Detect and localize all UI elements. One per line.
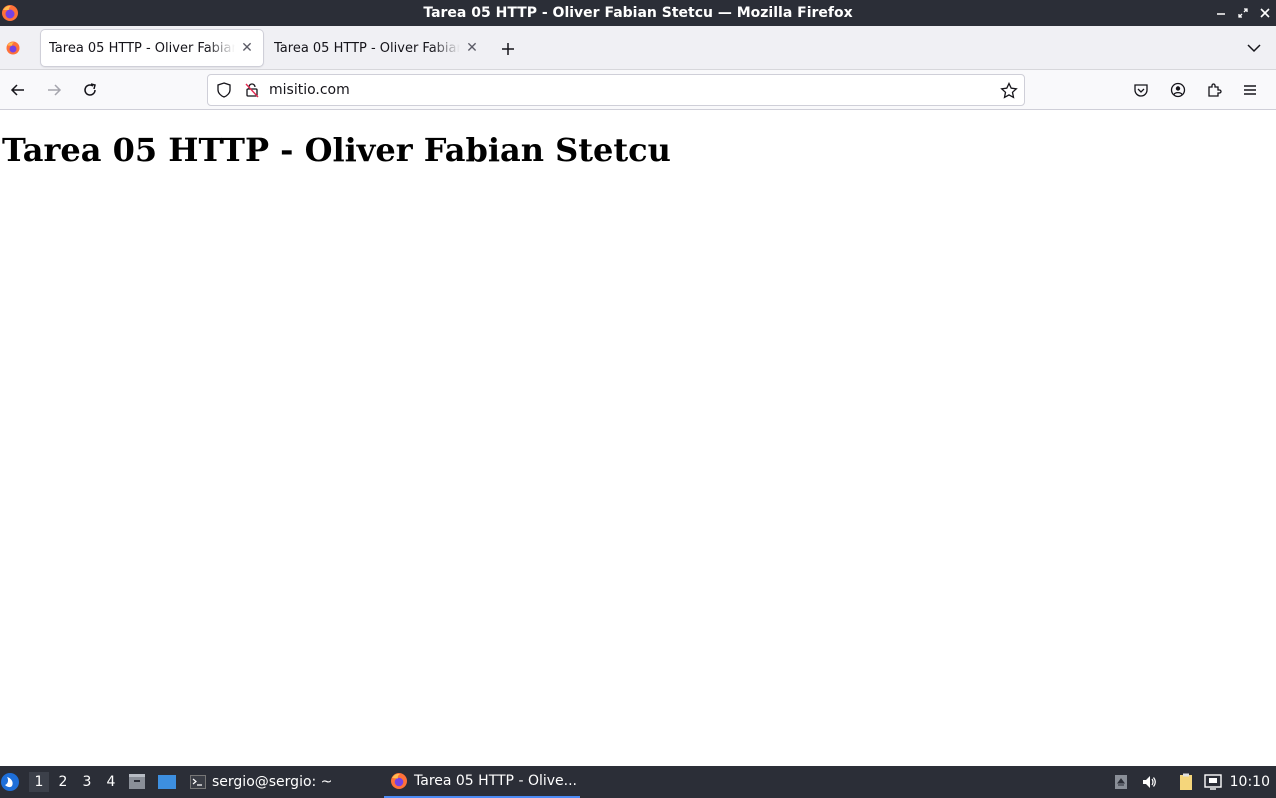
extensions-button[interactable]: [1202, 78, 1226, 102]
page-heading: Tarea 05 HTTP - Oliver Fabian Stetcu: [2, 131, 671, 169]
close-window-icon[interactable]: [1258, 6, 1272, 20]
hamburger-menu-icon: [1244, 85, 1256, 95]
tray-clipboard[interactable]: [1176, 772, 1196, 792]
task-terminal[interactable]: sergio@sergio: ~: [190, 766, 332, 798]
minimize-icon[interactable]: [1214, 6, 1228, 20]
window-titlebar: Tarea 05 HTTP - Oliver Fabian Stetcu — M…: [0, 0, 1276, 26]
pocket-button[interactable]: [1129, 78, 1153, 102]
url-bar[interactable]: misitio.com: [207, 74, 1025, 106]
list-all-tabs-button[interactable]: [1244, 38, 1264, 58]
window-controls: [1214, 0, 1272, 26]
tray-volume[interactable]: [1139, 772, 1159, 792]
app-menu-button[interactable]: [1238, 78, 1262, 102]
show-desktop-icon[interactable]: [157, 773, 177, 791]
tab-inactive[interactable]: Tarea 05 HTTP - Oliver Fabian Stetcu ✕: [266, 30, 488, 66]
reload-icon: [84, 83, 96, 96]
removable-media-icon: [1115, 775, 1127, 789]
tab-label: Tarea 05 HTTP - Oliver Fabian Stetcu: [274, 40, 460, 56]
pocket-icon: [1134, 84, 1148, 97]
close-tab-icon[interactable]: ✕: [464, 40, 480, 56]
workspace-2[interactable]: 2: [53, 772, 73, 792]
clipboard-icon: [1180, 773, 1192, 790]
workspace-3[interactable]: 3: [77, 772, 97, 792]
tab-active[interactable]: Tarea 05 HTTP - Oliver Fabian Stetcu ✕: [41, 30, 263, 66]
task-firefox[interactable]: Tarea 05 HTTP - Olive...: [384, 766, 580, 798]
task-label: Tarea 05 HTTP - Olive...: [414, 773, 577, 789]
start-menu-icon[interactable]: [0, 772, 20, 792]
url-text[interactable]: misitio.com: [269, 82, 350, 98]
taskbar: 1 2 3 4 sergio@sergio: ~ Tarea 05 HTTP -…: [0, 766, 1276, 798]
clock[interactable]: 10:10: [1230, 766, 1270, 798]
account-button[interactable]: [1166, 78, 1190, 102]
file-manager-icon[interactable]: [128, 773, 146, 791]
back-button[interactable]: [6, 78, 30, 102]
reload-button[interactable]: [78, 78, 102, 102]
puzzle-icon: [1208, 83, 1222, 97]
terminal-icon: [190, 775, 206, 789]
window-title: Tarea 05 HTTP - Oliver Fabian Stetcu — M…: [423, 5, 853, 21]
forward-button[interactable]: [42, 78, 66, 102]
firefox-icon: [2, 5, 18, 21]
tab-label: Tarea 05 HTTP - Oliver Fabian Stetcu: [49, 40, 235, 56]
plus-icon: [502, 43, 514, 55]
tracking-protection-shield-icon[interactable]: [216, 82, 232, 98]
tray-eject[interactable]: [1111, 772, 1131, 792]
insecure-connection-icon[interactable]: [244, 82, 260, 98]
network-icon: [1204, 774, 1222, 790]
new-tab-button[interactable]: [498, 39, 518, 59]
chevron-down-icon: [1247, 44, 1261, 53]
page-content: Tarea 05 HTTP - Oliver Fabian Stetcu: [0, 111, 1276, 766]
workspace-1[interactable]: 1: [29, 772, 49, 792]
forward-arrow-icon: [48, 84, 62, 96]
account-icon: [1170, 82, 1186, 98]
back-arrow-icon: [10, 84, 24, 96]
firefox-view-icon[interactable]: [5, 40, 21, 56]
maximize-icon[interactable]: [1236, 6, 1250, 20]
task-label: sergio@sergio: ~: [212, 774, 333, 790]
close-tab-icon[interactable]: ✕: [239, 40, 255, 56]
bookmark-star-icon[interactable]: [1000, 82, 1018, 100]
workspace-4[interactable]: 4: [101, 772, 121, 792]
tray-network[interactable]: [1203, 772, 1223, 792]
volume-icon: [1143, 776, 1156, 788]
firefox-icon: [391, 773, 407, 789]
tab-strip: Tarea 05 HTTP - Oliver Fabian Stetcu ✕ T…: [0, 26, 1276, 70]
navigation-toolbar: misitio.com: [0, 70, 1276, 110]
